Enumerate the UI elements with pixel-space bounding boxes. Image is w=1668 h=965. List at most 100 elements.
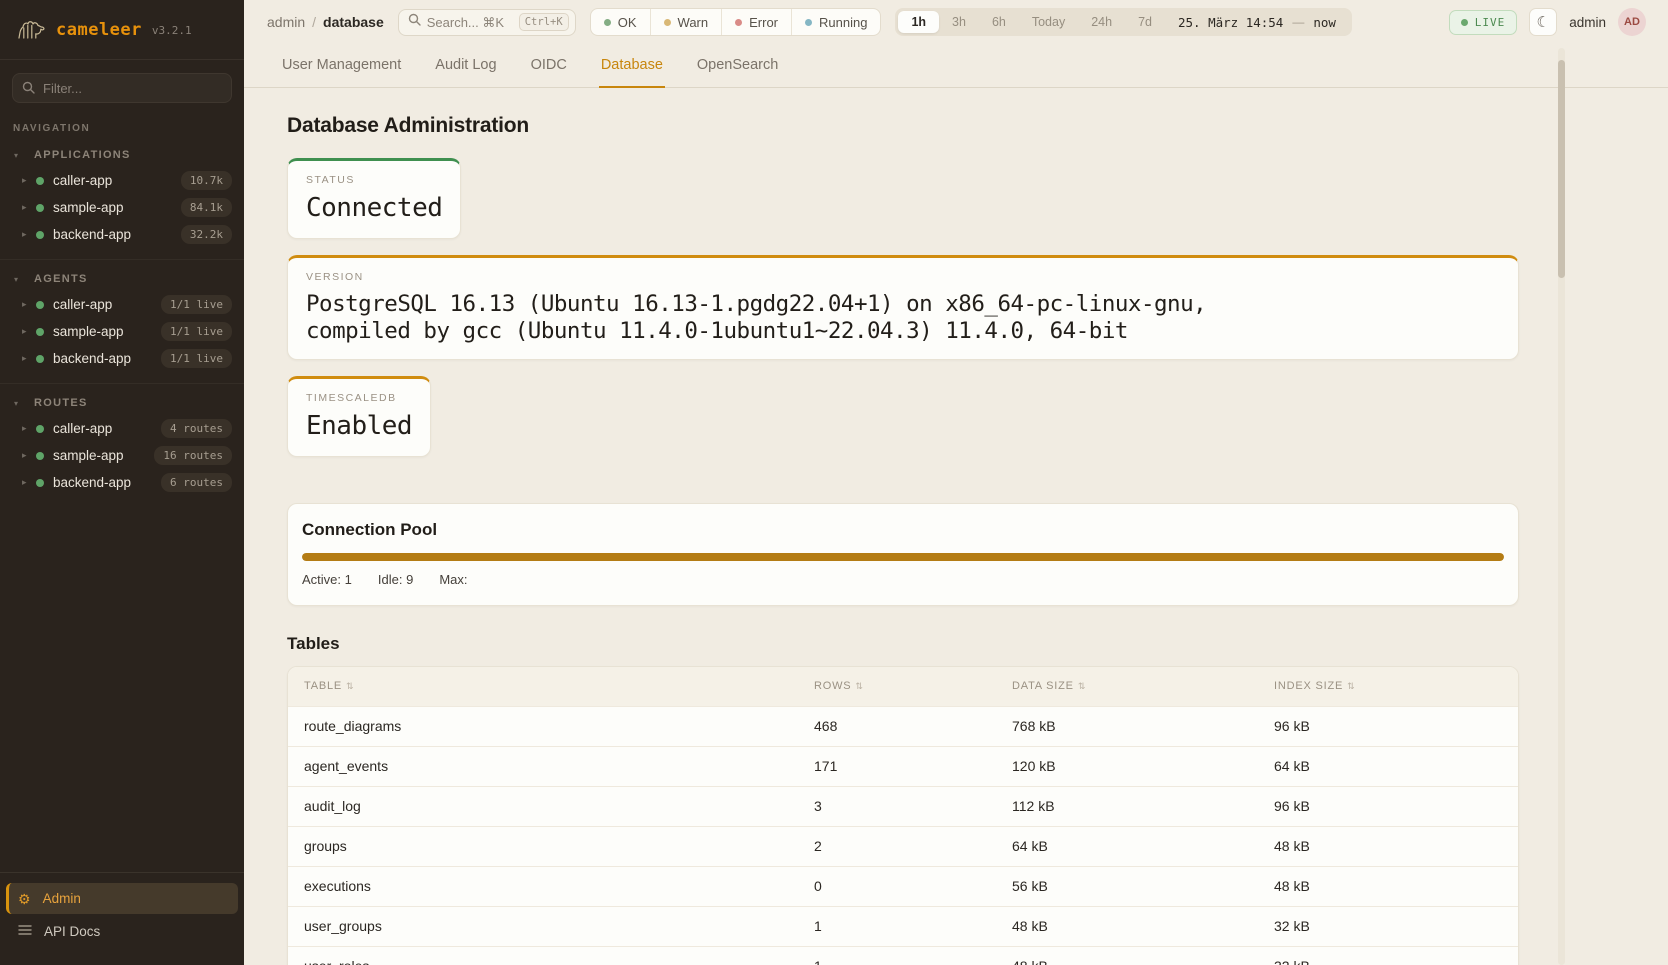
time-range-display[interactable]: 25. März 14:54 — now [1165,15,1349,30]
timescaledb-value: Enabled [306,411,412,441]
tables-table: TABLE⇅ROWS⇅DATA SIZE⇅INDEX SIZE⇅ route_d… [288,667,1518,965]
sidebar-item-label: caller-app [53,173,181,188]
avatar[interactable]: AD [1618,8,1646,36]
live-indicator[interactable]: LIVE [1449,10,1518,35]
sidebar-item-caller-app[interactable]: ▸caller-app1/1 live [0,291,244,318]
table-row[interactable]: route_diagrams468768 kB96 kB [288,706,1518,746]
global-search[interactable]: Ctrl+K [398,9,576,36]
scrollbar-track[interactable] [1558,48,1565,965]
time-range-3h[interactable]: 3h [939,11,979,33]
pool-active-stat: Active: 1 [302,572,352,587]
time-range-7d[interactable]: 7d [1125,11,1165,33]
camel-logo-icon [16,15,46,45]
cell-data-size: 64 kB [996,826,1258,866]
sidebar-item-admin[interactable]: ⚙ Admin [6,883,238,914]
search-icon [408,13,421,31]
chevron-right-icon: ▸ [22,175,36,186]
sidebar-item-label: Admin [43,891,81,906]
column-header-label: TABLE [304,680,342,692]
search-input[interactable] [427,15,513,30]
time-range-buttons: 1h3h6hToday24h7d [898,11,1165,33]
sidebar-section-header[interactable]: ▾AGENTS [0,269,244,291]
sidebar-item-label: backend-app [53,475,161,490]
sidebar-section-header[interactable]: ▾APPLICATIONS [0,145,244,167]
column-header-index-size[interactable]: INDEX SIZE⇅ [1258,667,1518,706]
item-badge: 1/1 live [161,322,232,341]
page-title: Database Administration [287,114,1519,138]
cell-rows: 468 [798,706,996,746]
time-range-to: now [1313,15,1336,30]
column-header-label: DATA SIZE [1012,680,1074,692]
cell-table-name: route_diagrams [288,706,798,746]
sidebar-item-caller-app[interactable]: ▸caller-app4 routes [0,415,244,442]
cell-table-name: agent_events [288,746,798,786]
time-range-24h[interactable]: 24h [1078,11,1125,33]
sidebar-filter [12,73,232,103]
sidebar-item-sample-app[interactable]: ▸sample-app16 routes [0,442,244,469]
sidebar-item-sample-app[interactable]: ▸sample-app1/1 live [0,318,244,345]
cell-table-name: user_roles [288,946,798,965]
chevron-right-icon: ▸ [22,229,36,240]
cell-rows: 3 [798,786,996,826]
sidebar-item-label: sample-app [53,448,154,463]
table-row[interactable]: audit_log3112 kB96 kB [288,786,1518,826]
status-dot-icon [664,19,671,26]
chevron-right-icon: ▸ [22,477,36,488]
cell-data-size: 112 kB [996,786,1258,826]
sidebar-item-caller-app[interactable]: ▸ caller-app10.7k [0,167,244,194]
table-row[interactable]: agent_events171120 kB64 kB [288,746,1518,786]
pool-usage-fill [302,553,1504,561]
pool-usage-bar [302,553,1504,561]
sidebar-item-backend-app[interactable]: ▸backend-app1/1 live [0,345,244,372]
status-dot-icon [36,425,44,433]
status-filter-ok[interactable]: OK [591,9,651,35]
app-logo[interactable]: cameleer v3.2.1 [0,0,244,60]
table-row[interactable]: executions056 kB48 kB [288,866,1518,906]
cell-data-size: 48 kB [996,906,1258,946]
sidebar-item-api-docs[interactable]: API Docs [6,916,238,947]
theme-toggle-button[interactable]: ☾ [1529,8,1557,36]
cell-rows: 171 [798,746,996,786]
tab-user-management[interactable]: User Management [280,44,403,88]
sidebar-item-label: caller-app [53,297,161,312]
column-header-rows[interactable]: ROWS⇅ [798,667,996,706]
sidebar-item-backend-app[interactable]: ▸backend-app32.2k [0,221,244,248]
sidebar-section: ▾ROUTES▸caller-app4 routes▸sample-app16 … [0,384,244,507]
sidebar-item-backend-app[interactable]: ▸backend-app6 routes [0,469,244,496]
tab-opensearch[interactable]: OpenSearch [695,44,780,88]
table-row[interactable]: user_roles148 kB32 kB [288,946,1518,965]
chevron-right-icon: ▸ [22,423,36,434]
sort-icon: ⇅ [855,681,863,691]
card-label: STATUS [306,174,442,186]
item-badge: 1/1 live [161,349,232,368]
pool-stats: Active: 1 Idle: 9 Max: [302,572,1504,587]
breadcrumb-parent[interactable]: admin [267,14,305,30]
table-row[interactable]: user_groups148 kB32 kB [288,906,1518,946]
breadcrumb-current: database [323,14,384,30]
item-badge: 10.7k [181,171,232,190]
cell-index-size: 96 kB [1258,786,1518,826]
search-icon [22,81,35,99]
sidebar-section-header[interactable]: ▾ROUTES [0,393,244,415]
cell-index-size: 96 kB [1258,706,1518,746]
time-range-separator: — [1292,15,1304,29]
time-range-group: 1h3h6hToday24h7d 25. März 14:54 — now [895,8,1351,36]
column-header-table[interactable]: TABLE⇅ [288,667,798,706]
status-filter-error[interactable]: Error [722,9,792,35]
time-range-6h[interactable]: 6h [979,11,1019,33]
status-filter-running[interactable]: Running [792,9,880,35]
filter-input[interactable] [12,73,232,103]
gear-icon: ⚙ [18,892,31,906]
tab-audit-log[interactable]: Audit Log [433,44,498,88]
table-row[interactable]: groups264 kB48 kB [288,826,1518,866]
tab-oidc[interactable]: OIDC [529,44,569,88]
topbar-right: LIVE ☾ admin AD [1449,8,1646,36]
time-range-today[interactable]: Today [1019,11,1078,33]
time-range-1h[interactable]: 1h [898,11,939,33]
sidebar-item-sample-app[interactable]: ▸sample-app84.1k [0,194,244,221]
status-filter-warn[interactable]: Warn [651,9,723,35]
scrollbar-thumb[interactable] [1558,60,1565,278]
column-header-data-size[interactable]: DATA SIZE⇅ [996,667,1258,706]
tab-database[interactable]: Database [599,44,665,88]
status-dot-icon [604,19,611,26]
